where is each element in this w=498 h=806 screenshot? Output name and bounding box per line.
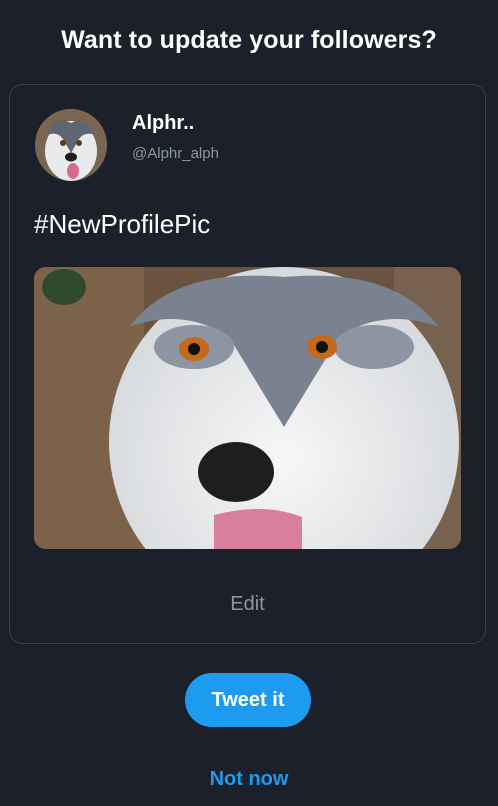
avatar [35,109,107,181]
tweet-text: #NewProfilePic [34,209,211,239]
profile-picture-preview [34,267,461,549]
tweet-it-label: Tweet it [211,688,285,711]
profile-handle: @Alphr_alph [132,145,219,162]
tweet-preview-card: Alphr.. @Alphr_alph #NewProfilePic Edit [9,84,486,644]
dialog-title: Want to update your followers? [61,26,437,54]
edit-button[interactable]: Edit [10,593,485,616]
husky-photo-image [34,267,461,549]
profile-name: Alphr.. [132,112,195,134]
not-now-button[interactable]: Not now [0,768,498,791]
tweet-it-button[interactable]: Tweet it [185,673,311,727]
husky-avatar-image [35,109,107,181]
